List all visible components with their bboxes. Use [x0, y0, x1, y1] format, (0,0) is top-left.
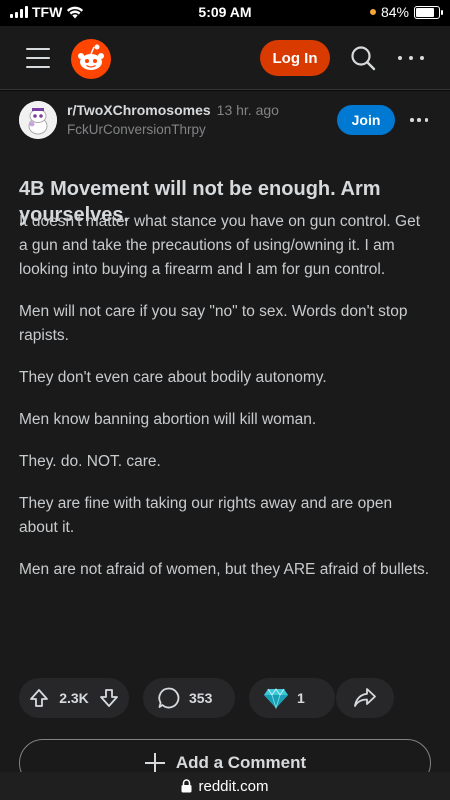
- vote-pill: 2.3K: [19, 678, 129, 718]
- subreddit-link[interactable]: r/TwoXChromosomes: [67, 102, 211, 118]
- search-icon[interactable]: [350, 45, 376, 71]
- app-header: Log In: [0, 26, 450, 90]
- reddit-logo[interactable]: [71, 39, 111, 79]
- award-icon: [263, 687, 289, 709]
- lock-icon: [181, 779, 192, 793]
- post-paragraph: Men know banning abortion will kill woma…: [19, 411, 317, 428]
- upvote-icon[interactable]: [29, 688, 49, 708]
- share-icon: [353, 687, 377, 709]
- login-button[interactable]: Log In: [260, 40, 330, 76]
- downvote-icon[interactable]: [99, 688, 119, 708]
- recording-indicator-icon: [369, 9, 376, 15]
- battery-icon: [414, 5, 443, 19]
- status-bar: TFW 5:09 AM 84%: [0, 0, 450, 26]
- join-button[interactable]: Join: [337, 105, 395, 135]
- battery-percent: 84%: [380, 4, 409, 20]
- award-button[interactable]: 1: [249, 678, 335, 718]
- comment-count: 353: [189, 690, 213, 706]
- menu-icon[interactable]: [26, 48, 50, 68]
- avatar[interactable]: [19, 101, 57, 139]
- comments-button[interactable]: 353: [143, 678, 235, 718]
- action-bar: 2.3K 353 1: [19, 678, 431, 718]
- post-paragraph: It doesn't matter what stance you have o…: [19, 213, 421, 278]
- more-icon[interactable]: [398, 53, 424, 63]
- post-paragraph: Men will not care if you say "no" to sex…: [19, 303, 408, 344]
- post-body: It doesn't matter what stance you have o…: [19, 210, 431, 600]
- url-text: reddit.com: [198, 777, 269, 795]
- battery-fill: [416, 7, 435, 17]
- post-paragraph: They are fine with taking our rights awa…: [19, 495, 393, 536]
- browser-url-bar[interactable]: reddit.com: [0, 772, 450, 800]
- post-more-icon[interactable]: [410, 117, 428, 123]
- post-paragraph: Men are not afraid of women, but they AR…: [19, 561, 430, 578]
- comment-icon: [157, 686, 181, 710]
- plus-icon: [144, 752, 166, 774]
- post-paragraph: They. do. NOT. care.: [19, 453, 161, 470]
- post-time: 13 hr. ago: [216, 102, 279, 118]
- share-button[interactable]: [336, 678, 394, 718]
- post: r/TwoXChromosomes 13 hr. ago FckUrConvers…: [0, 91, 450, 787]
- status-right: 84%: [369, 4, 443, 20]
- add-comment-label: Add a Comment: [175, 753, 307, 772]
- award-count: 1: [297, 690, 305, 706]
- post-paragraph: They don't even care about bodily autono…: [19, 369, 327, 386]
- author-link[interactable]: FckUrConversionThrpy: [67, 122, 206, 137]
- vote-count: 2.3K: [59, 690, 89, 706]
- post-meta: r/TwoXChromosomes 13 hr. ago: [67, 102, 279, 118]
